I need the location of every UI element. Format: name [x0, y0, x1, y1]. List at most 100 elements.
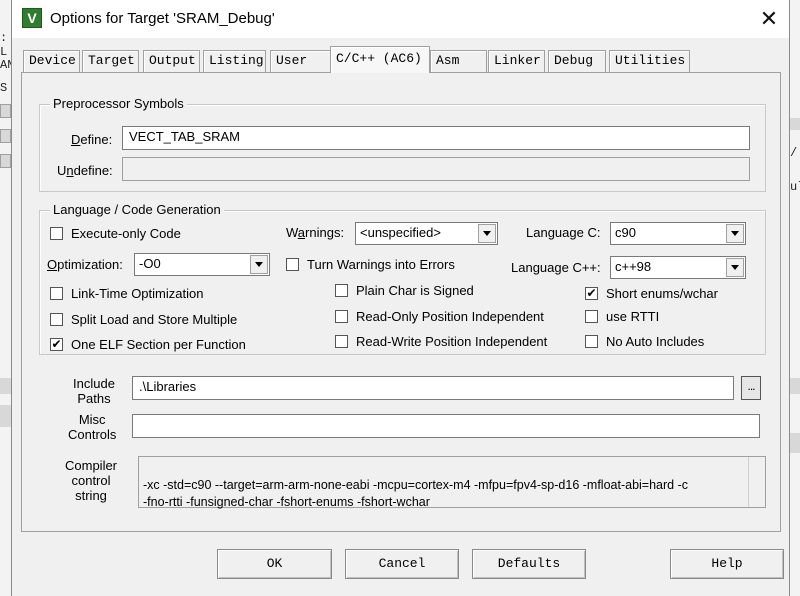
misc-controls-label: Misc Controls [68, 412, 116, 442]
plain-char-label: Plain Char is Signed [356, 283, 474, 298]
tab-listing[interactable]: Listing [203, 50, 266, 72]
plain-char-checkbox[interactable] [335, 284, 348, 297]
tab-utilities[interactable]: Utilities [609, 50, 690, 72]
warnings-select[interactable]: <unspecified> [355, 222, 498, 245]
misc-controls-label-line2: Controls [68, 427, 117, 442]
warnings-label: Warnings: [286, 225, 344, 240]
language-cpp-label: Language C++: [511, 260, 601, 275]
rw-pi-checkbox[interactable] [335, 335, 348, 348]
compiler-string-label-line3: string [75, 488, 107, 503]
compiler-string-scrollbar[interactable] [748, 457, 765, 507]
turn-warnings-checkbox[interactable] [286, 258, 299, 271]
tab-user[interactable]: User [270, 50, 333, 72]
bg-toolbar-square [0, 104, 11, 118]
language-codegen-legend: Language / Code Generation [50, 202, 224, 217]
turn-warnings-label: Turn Warnings into Errors [307, 257, 455, 272]
bg-band [790, 378, 800, 394]
title-bar[interactable]: V Options for Target 'SRAM_Debug' ✕ [12, 0, 789, 38]
include-paths-browse-button[interactable]: ... [741, 376, 761, 400]
use-rtti-label: use RTTI [606, 309, 660, 324]
preprocessor-group: Preprocessor Symbols Define: VECT_TAB_SR… [39, 96, 766, 192]
warnings-label-pre: W [286, 225, 298, 240]
undefine-label-rest: define: [73, 163, 113, 178]
execute-only-checkbox[interactable] [50, 227, 63, 240]
optimization-label-rest: ptimization: [57, 257, 123, 272]
bg-text-fragment: / [790, 146, 798, 160]
undefine-label-pre: U [57, 163, 67, 178]
ro-pi-checkbox[interactable] [335, 310, 348, 323]
undefine-input[interactable] [122, 157, 750, 181]
short-enums-checkbox[interactable]: ✔ [585, 287, 598, 300]
include-paths-label-line2: Paths [77, 391, 111, 406]
undefine-label-key: n [66, 163, 74, 178]
help-button[interactable]: Help [670, 549, 784, 579]
misc-controls-input[interactable] [132, 414, 760, 438]
one-elf-label: One ELF Section per Function [71, 337, 246, 352]
keil-app-icon: V [22, 8, 42, 28]
ellipsis-icon: ... [747, 379, 755, 393]
tab-linker[interactable]: Linker [488, 50, 545, 72]
tab-debug[interactable]: Debug [548, 50, 606, 72]
one-elf-checkbox[interactable]: ✔ [50, 338, 63, 351]
chevron-down-icon [726, 224, 744, 243]
language-cpp-select[interactable]: c++98 [610, 256, 746, 279]
define-input[interactable]: VECT_TAB_SRAM [122, 126, 750, 150]
include-paths-input[interactable]: .\Libraries [132, 376, 734, 400]
split-load-label: Split Load and Store Multiple [71, 312, 238, 327]
compiler-string-label: Compiler control string [65, 458, 117, 503]
optimization-label: Optimization: [47, 257, 123, 272]
no-auto-includes-label: No Auto Includes [606, 334, 705, 349]
compiler-string-value: -xc -std=c90 --target=arm-arm-none-eabi … [143, 478, 688, 509]
execute-only-label: Execute-only Code [71, 226, 181, 241]
compiler-string-label-line1: Compiler [65, 458, 118, 473]
warnings-label-key: a [297, 225, 306, 240]
define-label-key: D [71, 132, 81, 147]
tab-target[interactable]: Target [82, 50, 139, 72]
chevron-down-icon [478, 224, 496, 243]
split-load-checkbox[interactable] [50, 313, 63, 326]
include-paths-label-line1: Include [73, 376, 115, 391]
language-cpp-value: c++98 [615, 259, 652, 274]
bg-text-fragment: S [0, 81, 8, 95]
ro-pi-label: Read-Only Position Independent [356, 309, 544, 324]
chevron-down-icon [250, 255, 268, 274]
cancel-button[interactable]: Cancel [345, 549, 459, 579]
link-time-checkbox[interactable] [50, 287, 63, 300]
optimization-label-key: O [47, 257, 58, 272]
define-label-rest: efine: [80, 132, 113, 147]
rw-pi-label: Read-Write Position Independent [356, 334, 548, 349]
include-paths-label: Include Paths [73, 376, 115, 406]
misc-controls-label-line1: Misc [78, 412, 106, 427]
tab-device[interactable]: Device [23, 50, 80, 72]
undefine-label: Undefine: [57, 163, 113, 178]
ok-button[interactable]: OK [217, 549, 332, 579]
link-time-label: Link-Time Optimization [71, 286, 204, 301]
tab-c-cpp-ac6[interactable]: C/C++ (AC6) [330, 46, 430, 73]
bg-toolbar-square [0, 129, 11, 143]
language-c-value: c90 [615, 225, 636, 240]
compiler-string-textarea[interactable]: -xc -std=c90 --target=arm-arm-none-eabi … [138, 456, 766, 509]
warnings-label-rest: rnings: [305, 225, 345, 240]
tab-asm[interactable]: Asm [430, 50, 487, 72]
short-enums-label: Short enums/wchar [606, 286, 718, 301]
optimization-select[interactable]: -O0 [134, 253, 270, 276]
bg-toolbar-square [0, 154, 11, 168]
tab-output[interactable]: Output [143, 50, 200, 72]
defaults-button[interactable]: Defaults [472, 549, 586, 579]
window-title: Options for Target 'SRAM_Debug' [50, 10, 275, 27]
close-button[interactable]: ✕ [752, 4, 786, 34]
tab-panel: Preprocessor Symbols Define: VECT_TAB_SR… [21, 72, 781, 532]
bg-band [790, 118, 800, 130]
define-label: Define: [71, 132, 112, 147]
bg-text-fragment: ul [790, 180, 800, 194]
background-ide-right: / ul [790, 0, 800, 596]
warnings-value: <unspecified> [360, 225, 441, 240]
language-c-select[interactable]: c90 [610, 222, 746, 245]
use-rtti-checkbox[interactable] [585, 310, 598, 323]
language-c-label: Language C: [526, 225, 601, 240]
no-auto-includes-checkbox[interactable] [585, 335, 598, 348]
compiler-string-label-line2: control [71, 473, 111, 488]
language-codegen-group: Language / Code Generation Execute-only … [39, 202, 766, 355]
bg-band [790, 433, 800, 453]
close-icon: ✕ [759, 6, 779, 31]
